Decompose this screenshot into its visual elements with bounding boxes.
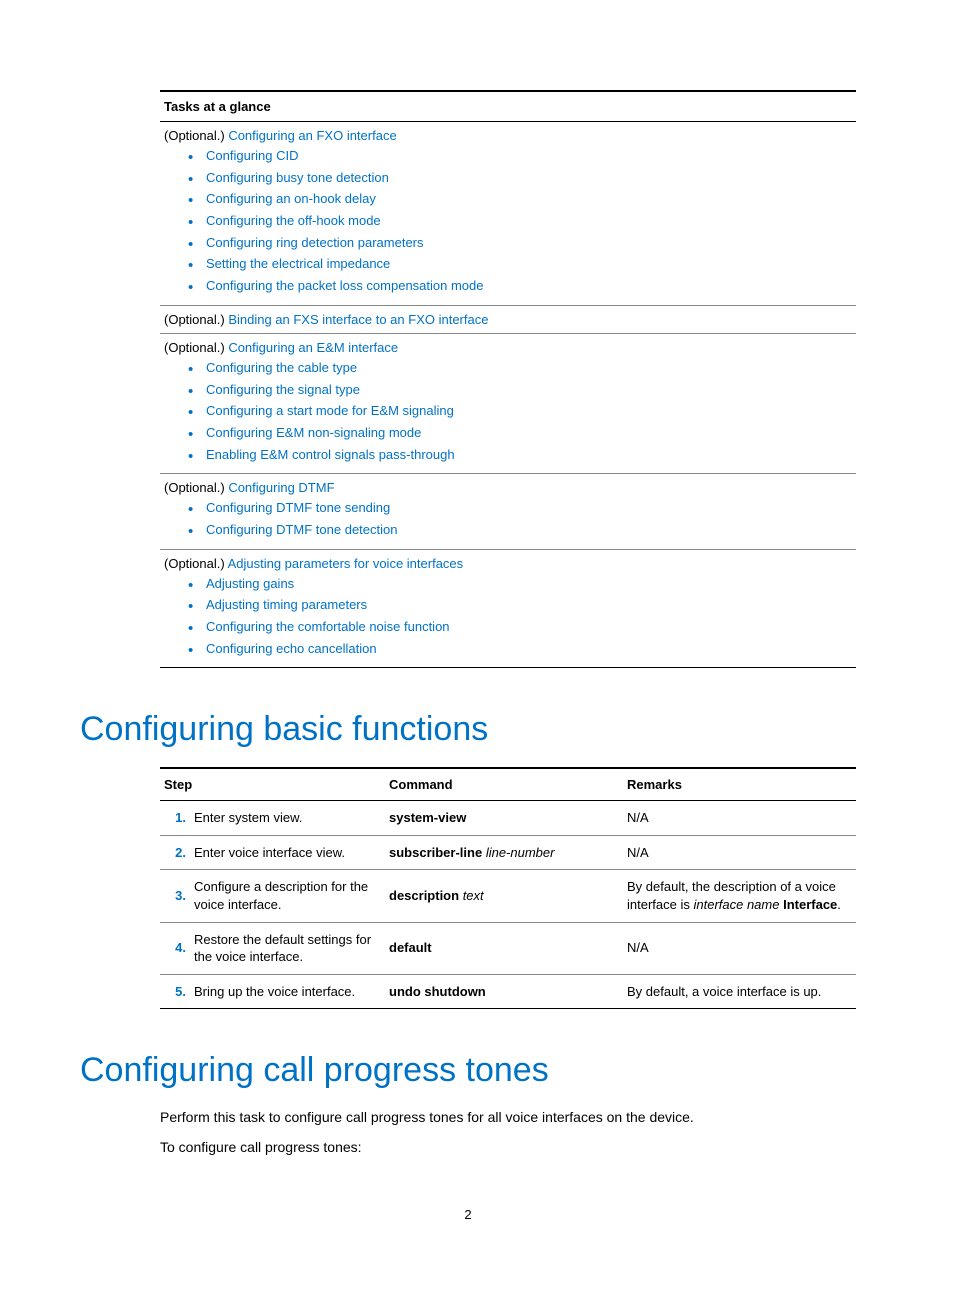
heading-basic-functions: Configuring basic functions <box>80 710 856 749</box>
step-remarks: N/A <box>623 922 856 974</box>
link-dtmf-sending[interactable]: Configuring DTMF tone sending <box>206 500 390 515</box>
heading-call-progress-tones: Configuring call progress tones <box>80 1051 856 1090</box>
link-adjusting-gains[interactable]: Adjusting gains <box>206 576 294 591</box>
link-on-hook-delay[interactable]: Configuring an on-hook delay <box>206 191 376 206</box>
step-remarks: By default, a voice interface is up. <box>623 974 856 1009</box>
link-electrical-impedance[interactable]: Setting the electrical impedance <box>206 256 390 271</box>
step-number: 4. <box>160 922 190 974</box>
link-cid[interactable]: Configuring CID <box>206 148 299 163</box>
basic-functions-steps-table: Step Command Remarks 1. Enter system vie… <box>160 767 856 1009</box>
tasks-header: Tasks at a glance <box>160 91 856 122</box>
link-off-hook-mode[interactable]: Configuring the off-hook mode <box>206 213 381 228</box>
link-ring-detection[interactable]: Configuring ring detection parameters <box>206 235 424 250</box>
link-adjusting-timing[interactable]: Adjusting timing parameters <box>206 597 367 612</box>
optional-label: (Optional.) <box>164 312 228 327</box>
step-command: system-view <box>385 801 623 836</box>
link-adjusting-params[interactable]: Adjusting parameters for voice interface… <box>228 556 464 571</box>
table-row: 2. Enter voice interface view. subscribe… <box>160 835 856 870</box>
link-echo-cancellation[interactable]: Configuring echo cancellation <box>206 641 377 656</box>
step-command: subscriber-line line-number <box>385 835 623 870</box>
link-binding-fxs-fxo[interactable]: Binding an FXS interface to an FXO inter… <box>228 312 488 327</box>
step-number: 1. <box>160 801 190 836</box>
step-remarks: By default, the description of a voice i… <box>623 870 856 922</box>
paragraph-intro: Perform this task to configure call prog… <box>160 1108 856 1128</box>
step-number: 2. <box>160 835 190 870</box>
optional-label: (Optional.) <box>164 128 228 143</box>
link-dtmf[interactable]: Configuring DTMF <box>228 480 334 495</box>
step-number: 5. <box>160 974 190 1009</box>
step-desc: Bring up the voice interface. <box>190 974 385 1009</box>
step-command: undo shutdown <box>385 974 623 1009</box>
optional-label: (Optional.) <box>164 340 228 355</box>
link-signal-type[interactable]: Configuring the signal type <box>206 382 360 397</box>
step-desc: Restore the default settings for the voi… <box>190 922 385 974</box>
step-remarks: N/A <box>623 801 856 836</box>
link-em-passthrough[interactable]: Enabling E&M control signals pass-throug… <box>206 447 455 462</box>
link-fxo-interface[interactable]: Configuring an FXO interface <box>228 128 396 143</box>
table-row: 4. Restore the default settings for the … <box>160 922 856 974</box>
step-remarks: N/A <box>623 835 856 870</box>
step-command: description text <box>385 870 623 922</box>
col-command: Command <box>385 768 623 801</box>
col-remarks: Remarks <box>623 768 856 801</box>
table-row: 5. Bring up the voice interface. undo sh… <box>160 974 856 1009</box>
optional-label: (Optional.) <box>164 556 228 571</box>
step-command: default <box>385 922 623 974</box>
link-dtmf-detection[interactable]: Configuring DTMF tone detection <box>206 522 397 537</box>
optional-label: (Optional.) <box>164 480 228 495</box>
link-comfortable-noise[interactable]: Configuring the comfortable noise functi… <box>206 619 450 634</box>
tasks-at-a-glance-table: Tasks at a glance (Optional.) Configurin… <box>160 90 856 668</box>
step-number: 3. <box>160 870 190 922</box>
step-desc: Configure a description for the voice in… <box>190 870 385 922</box>
link-busy-tone[interactable]: Configuring busy tone detection <box>206 170 389 185</box>
link-em-non-signaling[interactable]: Configuring E&M non-signaling mode <box>206 425 421 440</box>
table-row: 3. Configure a description for the voice… <box>160 870 856 922</box>
step-desc: Enter voice interface view. <box>190 835 385 870</box>
step-desc: Enter system view. <box>190 801 385 836</box>
link-start-mode[interactable]: Configuring a start mode for E&M signali… <box>206 403 454 418</box>
page-number: 2 <box>80 1207 856 1222</box>
link-packet-loss[interactable]: Configuring the packet loss compensation… <box>206 278 484 293</box>
link-em-interface[interactable]: Configuring an E&M interface <box>228 340 398 355</box>
col-step: Step <box>160 768 385 801</box>
paragraph-lead: To configure call progress tones: <box>160 1138 856 1158</box>
table-row: 1. Enter system view. system-view N/A <box>160 801 856 836</box>
link-cable-type[interactable]: Configuring the cable type <box>206 360 357 375</box>
